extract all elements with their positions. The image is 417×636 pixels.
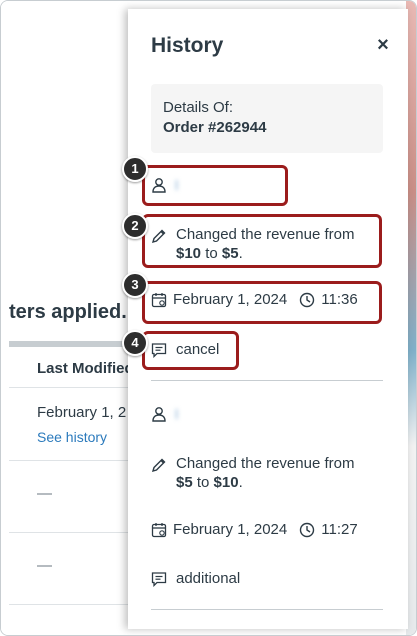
calendar-icon [151,522,167,537]
entry-comment-text: additional [176,570,241,587]
callout-number-badge: 1 [122,156,148,182]
callout-number-badge: 4 [122,330,148,356]
callout-highlight-user [142,165,288,206]
callout-highlight-change [142,214,382,268]
entry-timestamp: February 1, 2024 11:27 [151,521,358,538]
pencil-icon [151,458,166,473]
details-box: Details Of: Order #262944 [151,84,383,153]
column-header-last-modified[interactable]: Last Modified [37,360,134,377]
change-to-value: $10 [213,474,239,491]
row-divider [9,532,139,533]
change-from-value: $5 [176,474,193,491]
callout-highlight-comment [142,331,239,370]
change-prefix: Changed the revenue from [176,455,355,472]
change-connector: to [196,474,210,491]
comment-icon [151,571,167,587]
screenshot-frame: ters applied. Last Modified February 1, … [0,0,417,636]
drawer-title: History [151,34,224,57]
see-history-link[interactable]: See history [37,429,107,445]
clock-icon [300,522,315,537]
filters-applied-text: ters applied. [9,301,127,323]
entry-divider [151,380,383,381]
user-icon [152,407,166,422]
close-button[interactable]: × [374,35,392,55]
change-description: Changed the revenue from $5 to $10. [176,454,376,492]
entry-divider [151,609,383,610]
row-empty-value: — [37,485,52,502]
details-label: Details Of: [163,99,234,116]
change-suffix: . [238,474,243,491]
user-name[interactable]: l [175,406,179,422]
callout-highlight-timestamp [142,281,382,324]
row-divider [9,604,139,605]
table-header-rule [9,341,139,347]
entry-time: 11:27 [321,521,358,538]
row-last-modified-date: February 1, 2 [37,404,127,421]
row-divider [9,387,139,388]
row-divider [9,460,139,461]
order-number: Order #262944 [163,119,267,136]
entry-comment: additional [151,570,240,587]
callout-number-badge: 2 [122,213,148,239]
row-empty-value: — [37,557,52,574]
callout-number-badge: 3 [122,272,148,298]
entry-user: l [151,406,179,422]
entry-date: February 1, 2024 [173,521,288,538]
